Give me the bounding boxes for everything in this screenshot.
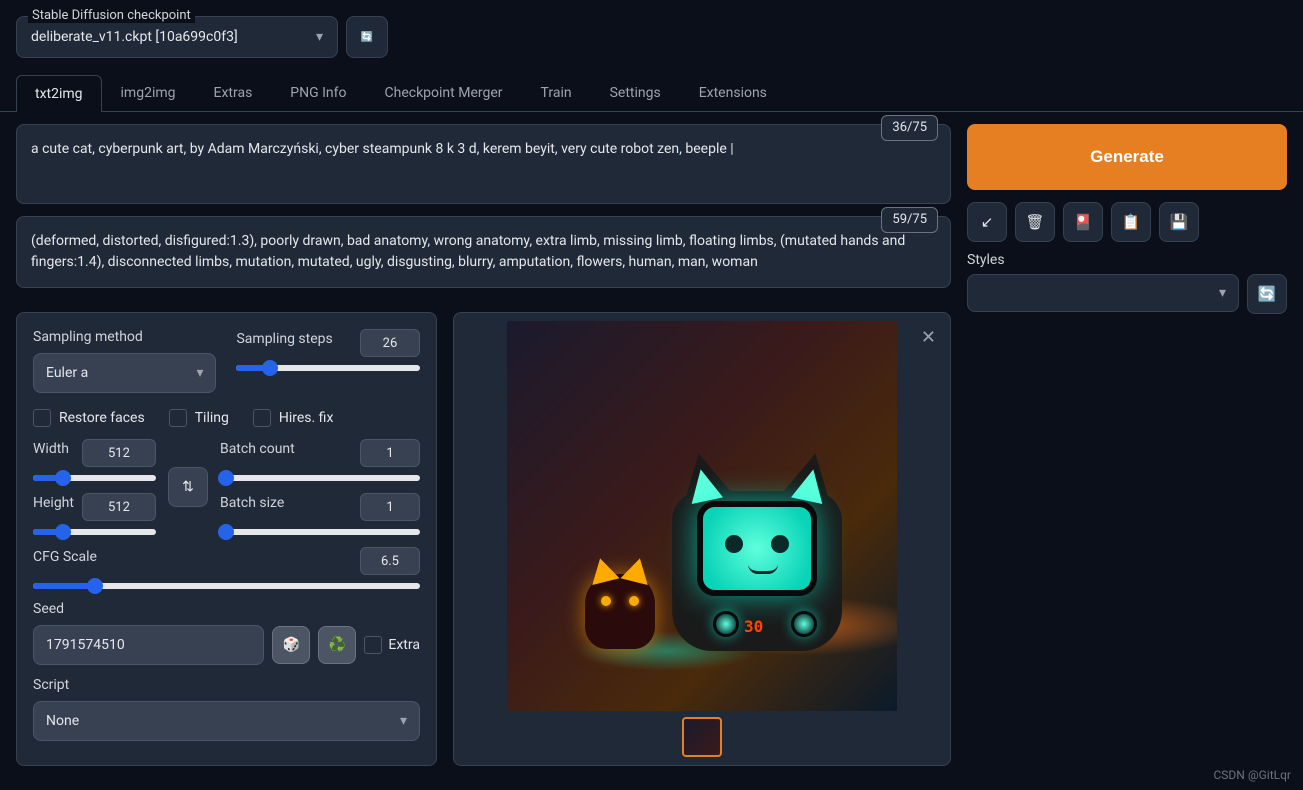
sampling-method-label: Sampling method: [33, 329, 216, 345]
checkpoint-value: deliberate_v11.ckpt [10a699c0f3]: [31, 29, 238, 45]
tab-checkpoint-merger[interactable]: Checkpoint Merger: [366, 74, 522, 111]
swap-icon: ⇅: [182, 479, 194, 495]
output-thumbnail[interactable]: [682, 717, 722, 757]
tab-img2img[interactable]: img2img: [102, 74, 195, 111]
trash-icon: 🗑: [1025, 213, 1044, 231]
save-icon: 💾: [1170, 213, 1189, 231]
cfg-scale-label: CFG Scale: [33, 549, 97, 565]
chevron-down-icon: ▾: [1219, 285, 1226, 301]
script-value: None: [46, 713, 79, 729]
width-slider[interactable]: [33, 475, 156, 481]
restore-faces-label: Restore faces: [59, 410, 145, 426]
apply-style-button[interactable]: 🔄: [1247, 274, 1287, 314]
batch-size-label: Batch size: [220, 495, 284, 511]
prompt-text: a cute cat, cyberpunk art, by Adam Marcz…: [31, 141, 734, 157]
script-select[interactable]: None ▾: [33, 701, 420, 741]
generate-button[interactable]: Generate: [967, 124, 1287, 190]
height-slider[interactable]: [33, 529, 156, 535]
watermark: CSDN @GitLqr: [1214, 768, 1292, 782]
arrow-icon: ↙: [981, 213, 994, 231]
sampling-steps-slider[interactable]: [236, 365, 419, 371]
chevron-down-icon: ▾: [316, 29, 323, 45]
cfg-scale-slider[interactable]: [33, 583, 420, 589]
negative-prompt-textarea[interactable]: 59/75 (deformed, distorted, disfigured:1…: [16, 216, 951, 288]
styles-button[interactable]: 🎴: [1063, 202, 1103, 242]
tab-train[interactable]: Train: [522, 74, 591, 111]
clipboard-icon: 📋: [1122, 213, 1141, 231]
sampling-method-value: Euler a: [46, 365, 88, 381]
tab-png-info[interactable]: PNG Info: [271, 74, 365, 111]
batch-count-slider[interactable]: [220, 475, 420, 481]
close-preview-button[interactable]: ✕: [921, 327, 936, 348]
tab-extensions[interactable]: Extensions: [680, 74, 786, 111]
script-label: Script: [33, 677, 420, 693]
refresh-icon: 🔄: [361, 32, 373, 43]
save-button[interactable]: 💾: [1159, 202, 1199, 242]
refresh-checkpoint-button[interactable]: 🔄: [346, 16, 388, 58]
hires-fix-label: Hires. fix: [279, 410, 334, 426]
cfg-scale-value[interactable]: 6.5: [360, 547, 420, 575]
batch-size-value[interactable]: 1: [360, 493, 420, 521]
batch-count-value[interactable]: 1: [360, 439, 420, 467]
checkpoint-label: Stable Diffusion checkpoint: [28, 8, 195, 23]
seed-extra-label: Extra: [388, 637, 420, 653]
prompt-token-counter: 36/75: [881, 115, 938, 141]
batch-size-slider[interactable]: [220, 529, 420, 535]
width-label: Width: [33, 441, 69, 457]
restore-faces-checkbox[interactable]: Restore faces: [33, 409, 145, 427]
tiling-checkbox[interactable]: Tiling: [169, 409, 229, 427]
styles-select[interactable]: ▾: [967, 274, 1239, 312]
main-tabs: txt2img img2img Extras PNG Info Checkpoi…: [0, 74, 1303, 112]
tab-txt2img[interactable]: txt2img: [16, 75, 102, 112]
seed-label: Seed: [33, 601, 420, 617]
chevron-down-icon: ▾: [196, 365, 203, 381]
batch-count-label: Batch count: [220, 441, 295, 457]
tiling-label: Tiling: [195, 410, 229, 426]
sampling-method-select[interactable]: Euler a ▾: [33, 353, 216, 393]
width-value[interactable]: 512: [82, 439, 156, 467]
hires-fix-checkbox[interactable]: Hires. fix: [253, 409, 334, 427]
output-image[interactable]: 30: [507, 321, 897, 711]
image-display-number: 30: [744, 617, 763, 636]
neg-prompt-token-counter: 59/75: [881, 207, 938, 233]
refresh-icon: 🔄: [1258, 285, 1277, 303]
interrogate-button[interactable]: ↙: [967, 202, 1007, 242]
seed-random-button[interactable]: 🎲: [272, 626, 310, 664]
paste-button[interactable]: 📋: [1111, 202, 1151, 242]
styles-label: Styles: [967, 252, 1287, 268]
dice-icon: 🎲: [283, 637, 300, 653]
sampling-steps-value[interactable]: 26: [360, 329, 420, 357]
prompt-textarea[interactable]: 36/75 a cute cat, cyberpunk art, by Adam…: [16, 124, 951, 204]
tab-extras[interactable]: Extras: [195, 74, 272, 111]
height-label: Height: [33, 495, 74, 511]
seed-reuse-button[interactable]: ♻️: [318, 626, 356, 664]
swap-dimensions-button[interactable]: ⇅: [168, 467, 208, 507]
seed-extra-checkbox[interactable]: Extra: [364, 636, 420, 654]
neg-prompt-text: (deformed, distorted, disfigured:1.3), p…: [31, 233, 905, 270]
recycle-icon: ♻️: [329, 637, 346, 653]
sampling-steps-label: Sampling steps: [236, 331, 332, 347]
chevron-down-icon: ▾: [400, 713, 407, 729]
clear-button[interactable]: 🗑: [1015, 202, 1055, 242]
tab-settings[interactable]: Settings: [591, 74, 680, 111]
height-value[interactable]: 512: [82, 493, 156, 521]
seed-input[interactable]: 1791574510: [33, 625, 264, 665]
palette-icon: 🎴: [1074, 213, 1093, 231]
